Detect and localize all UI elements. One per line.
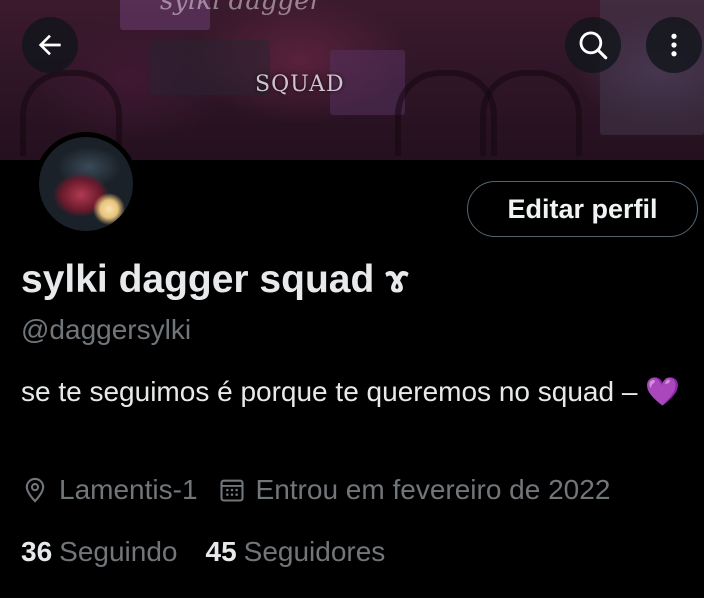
location-item: Lamentis-1: [21, 474, 198, 506]
banner-title: sylki dagger: [160, 0, 322, 16]
username-handle: @daggersylki: [21, 314, 192, 345]
followers-link[interactable]: 45 Seguidores: [206, 536, 386, 568]
profile-bio: se te seguimos é porque te queremos no s…: [21, 372, 701, 412]
following-count: 36: [21, 536, 53, 567]
more-options-button[interactable]: [646, 17, 702, 73]
search-icon: [576, 28, 610, 62]
location-pin-icon: [21, 476, 49, 504]
followers-count: 45: [205, 536, 237, 567]
banner-squad-text: SQUAD: [255, 72, 345, 97]
profile-meta: Lamentis-1 Entrou em fevereiro de 2022: [21, 474, 610, 506]
bio-text: se te seguimos é porque te queremos no s…: [21, 376, 646, 407]
arrow-left-icon: [34, 29, 66, 61]
calendar-icon: [218, 476, 246, 504]
followers-label: Seguidores: [243, 536, 386, 567]
follow-stats: 36 Seguindo 45 Seguidores: [21, 536, 385, 568]
display-name: sylki dagger squad ɤ: [21, 258, 409, 301]
following-link[interactable]: 36 Seguindo: [21, 536, 178, 568]
following-label: Seguindo: [59, 536, 178, 567]
purple-heart-emoji: 💜: [645, 376, 681, 407]
back-button[interactable]: [22, 17, 78, 73]
avatar-image: [39, 137, 133, 231]
avatar[interactable]: [34, 132, 138, 236]
banner-arch: [480, 70, 582, 156]
edit-profile-button[interactable]: Editar perfil: [467, 181, 698, 237]
join-date-item: Entrou em fevereiro de 2022: [218, 474, 611, 506]
banner-photo: [150, 40, 270, 95]
join-date-text: Entrou em fevereiro de 2022: [255, 474, 611, 505]
location-text: Lamentis-1: [59, 474, 198, 505]
more-vertical-icon: [659, 30, 689, 60]
search-button[interactable]: [565, 17, 621, 73]
